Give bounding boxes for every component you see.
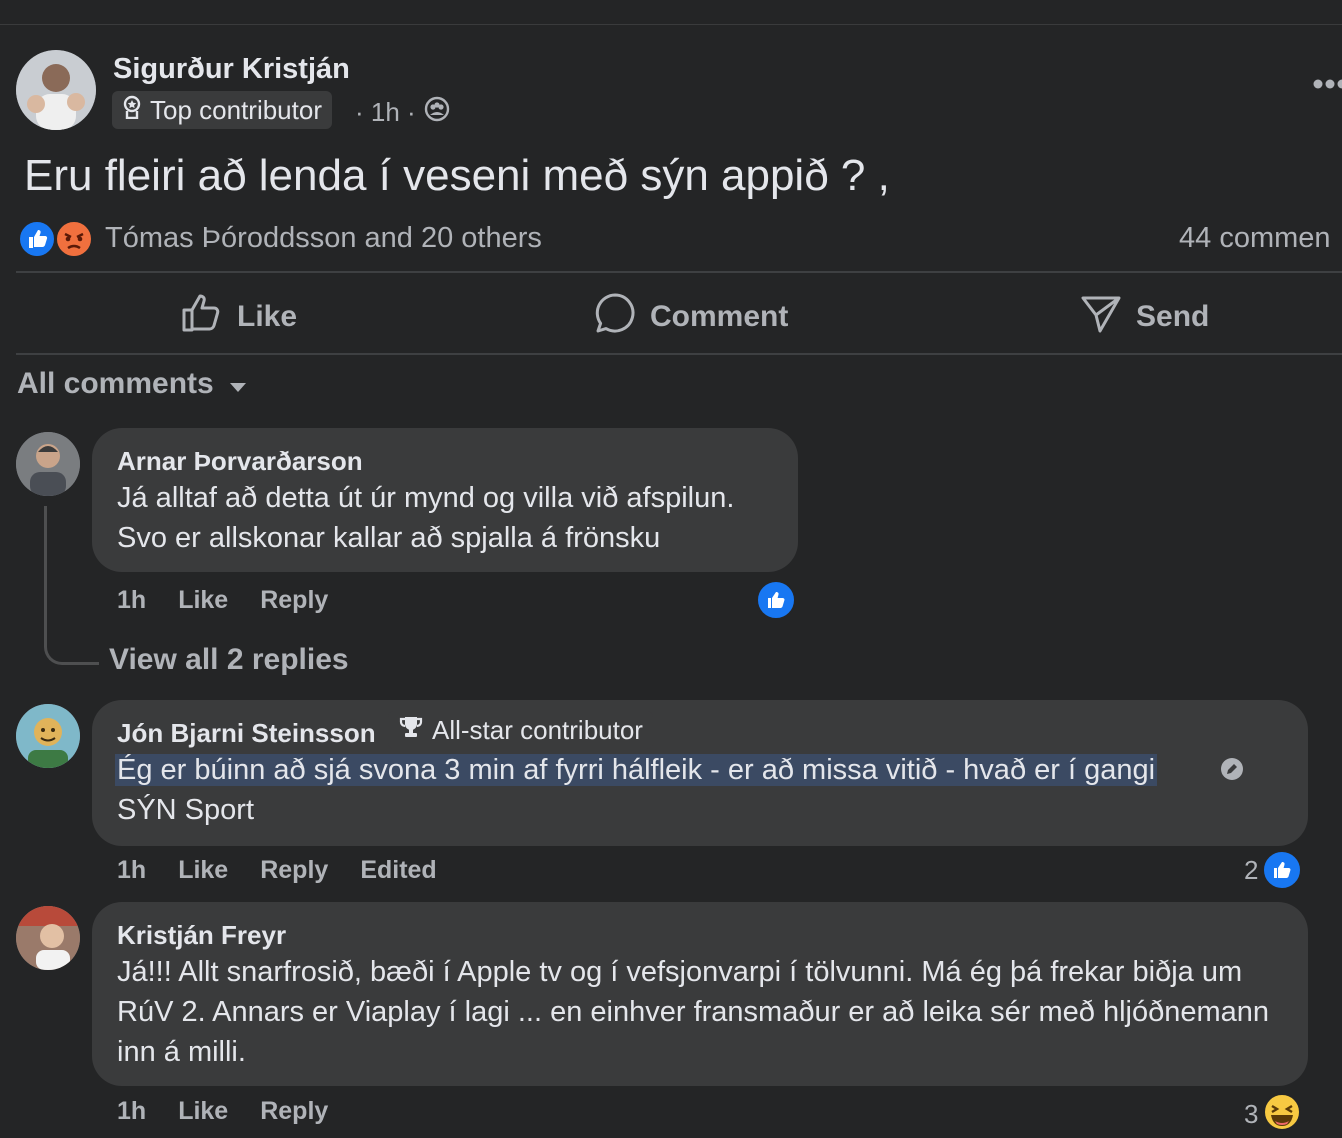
badge-label: All-star contributor [432, 714, 643, 745]
comment-text-line: Ég er búinn að sjá svona 3 min af fyrri … [115, 750, 1158, 790]
actions-divider [16, 353, 1342, 355]
post-meta: · 1h · [355, 96, 450, 129]
badge-label: Top contributor [150, 94, 322, 125]
all-star-contributor-badge[interactable]: All-star contributor [388, 711, 653, 749]
comment-bubble-icon [594, 292, 636, 342]
comment-author-name[interactable]: Jón Bjarni Steinsson [117, 718, 376, 749]
mentioned-page[interactable]: SÝN Sport [117, 790, 254, 830]
angry-reaction-icon [55, 220, 93, 263]
comment-actions: 1h Like Reply [117, 1097, 328, 1126]
post-author-name[interactable]: Sigurður Kristján [113, 53, 350, 86]
send-button[interactable]: Send [1080, 292, 1209, 342]
send-icon [1080, 292, 1122, 342]
comment-author-name[interactable]: Kristján Freyr [117, 920, 286, 951]
comment-author-avatar[interactable] [16, 906, 80, 970]
comment-bubble: Jón Bjarni Steinsson All-star contributo… [92, 700, 1308, 846]
haha-reaction-icon [1262, 1092, 1302, 1137]
edit-pencil-icon[interactable] [1220, 757, 1244, 786]
like-button[interactable]: Like [181, 292, 297, 342]
group-members-icon [424, 96, 450, 129]
comment-actions: 1h Like Reply [117, 586, 328, 615]
filter-label: All comments [17, 367, 214, 400]
reaction-icons[interactable] [18, 220, 98, 260]
post-text: Eru fleiri að lenda í veseni með sýn app… [24, 151, 890, 200]
comment-text: Já alltaf að detta út úr mynd og villa v… [117, 482, 735, 554]
reactions-summary[interactable]: Tómas Þóroddsson and 20 others [105, 222, 542, 255]
reactions-divider [16, 271, 1342, 273]
like-thumb-icon [181, 292, 223, 342]
post-time[interactable]: · 1h · [355, 97, 416, 128]
comment-author-avatar[interactable] [16, 432, 80, 496]
comment-text: Já!!! Allt snarfrosið, bæði í Apple tv o… [117, 956, 1270, 1068]
reaction-count: 3 [1244, 1099, 1259, 1129]
comment-reactions[interactable]: 3 [1244, 1092, 1302, 1137]
like-label: Like [237, 300, 298, 333]
comments-filter-dropdown[interactable]: All comments [17, 367, 248, 401]
send-label: Send [1136, 300, 1210, 333]
comment-reply-button[interactable]: Reply [260, 586, 328, 615]
top-divider [0, 24, 1342, 25]
comment-like-button[interactable]: Like [178, 586, 228, 615]
comment-author-name[interactable]: Arnar Þorvarðarson [117, 446, 363, 477]
chevron-down-icon [228, 367, 248, 401]
trophy-icon [398, 715, 424, 746]
comment-time[interactable]: 1h [117, 856, 146, 885]
comment-like-button[interactable]: Like [178, 856, 228, 885]
comment-time[interactable]: 1h [117, 586, 146, 615]
more-options-icon[interactable] [1312, 76, 1342, 97]
comment-bubble: Arnar Þorvarðarson Já alltaf að detta út… [92, 428, 798, 572]
edited-label[interactable]: Edited [360, 856, 436, 885]
comment-like-button[interactable]: Like [178, 1097, 228, 1126]
reaction-count: 2 [1244, 854, 1259, 885]
top-contributor-badge[interactable]: Top contributor [112, 91, 332, 129]
view-replies-link[interactable]: View all 2 replies [109, 643, 349, 677]
comment-reply-button[interactable]: Reply [260, 856, 328, 885]
comment-bubble: Kristján Freyr Já!!! Allt snarfrosið, bæ… [92, 902, 1308, 1086]
like-reaction-icon [18, 220, 56, 263]
post-author-avatar[interactable] [16, 50, 96, 130]
comment-actions: 1h Like Reply Edited [117, 856, 437, 885]
comment-reactions[interactable]: 2 [1244, 850, 1303, 890]
reply-thread-line [44, 506, 99, 665]
like-reaction-icon [1262, 850, 1303, 890]
comment-reply-button[interactable]: Reply [260, 1097, 328, 1126]
comment-author-avatar[interactable] [16, 704, 80, 768]
like-reaction-icon[interactable] [756, 580, 796, 620]
comments-count[interactable]: 44 commen [1179, 222, 1331, 255]
comment-time[interactable]: 1h [117, 1097, 146, 1126]
selected-text[interactable]: Ég er búinn að sjá svona 3 min af fyrri … [115, 754, 1158, 786]
comment-button[interactable]: Comment [594, 292, 788, 342]
comment-label: Comment [650, 300, 789, 333]
contributor-badge-icon [122, 95, 142, 126]
